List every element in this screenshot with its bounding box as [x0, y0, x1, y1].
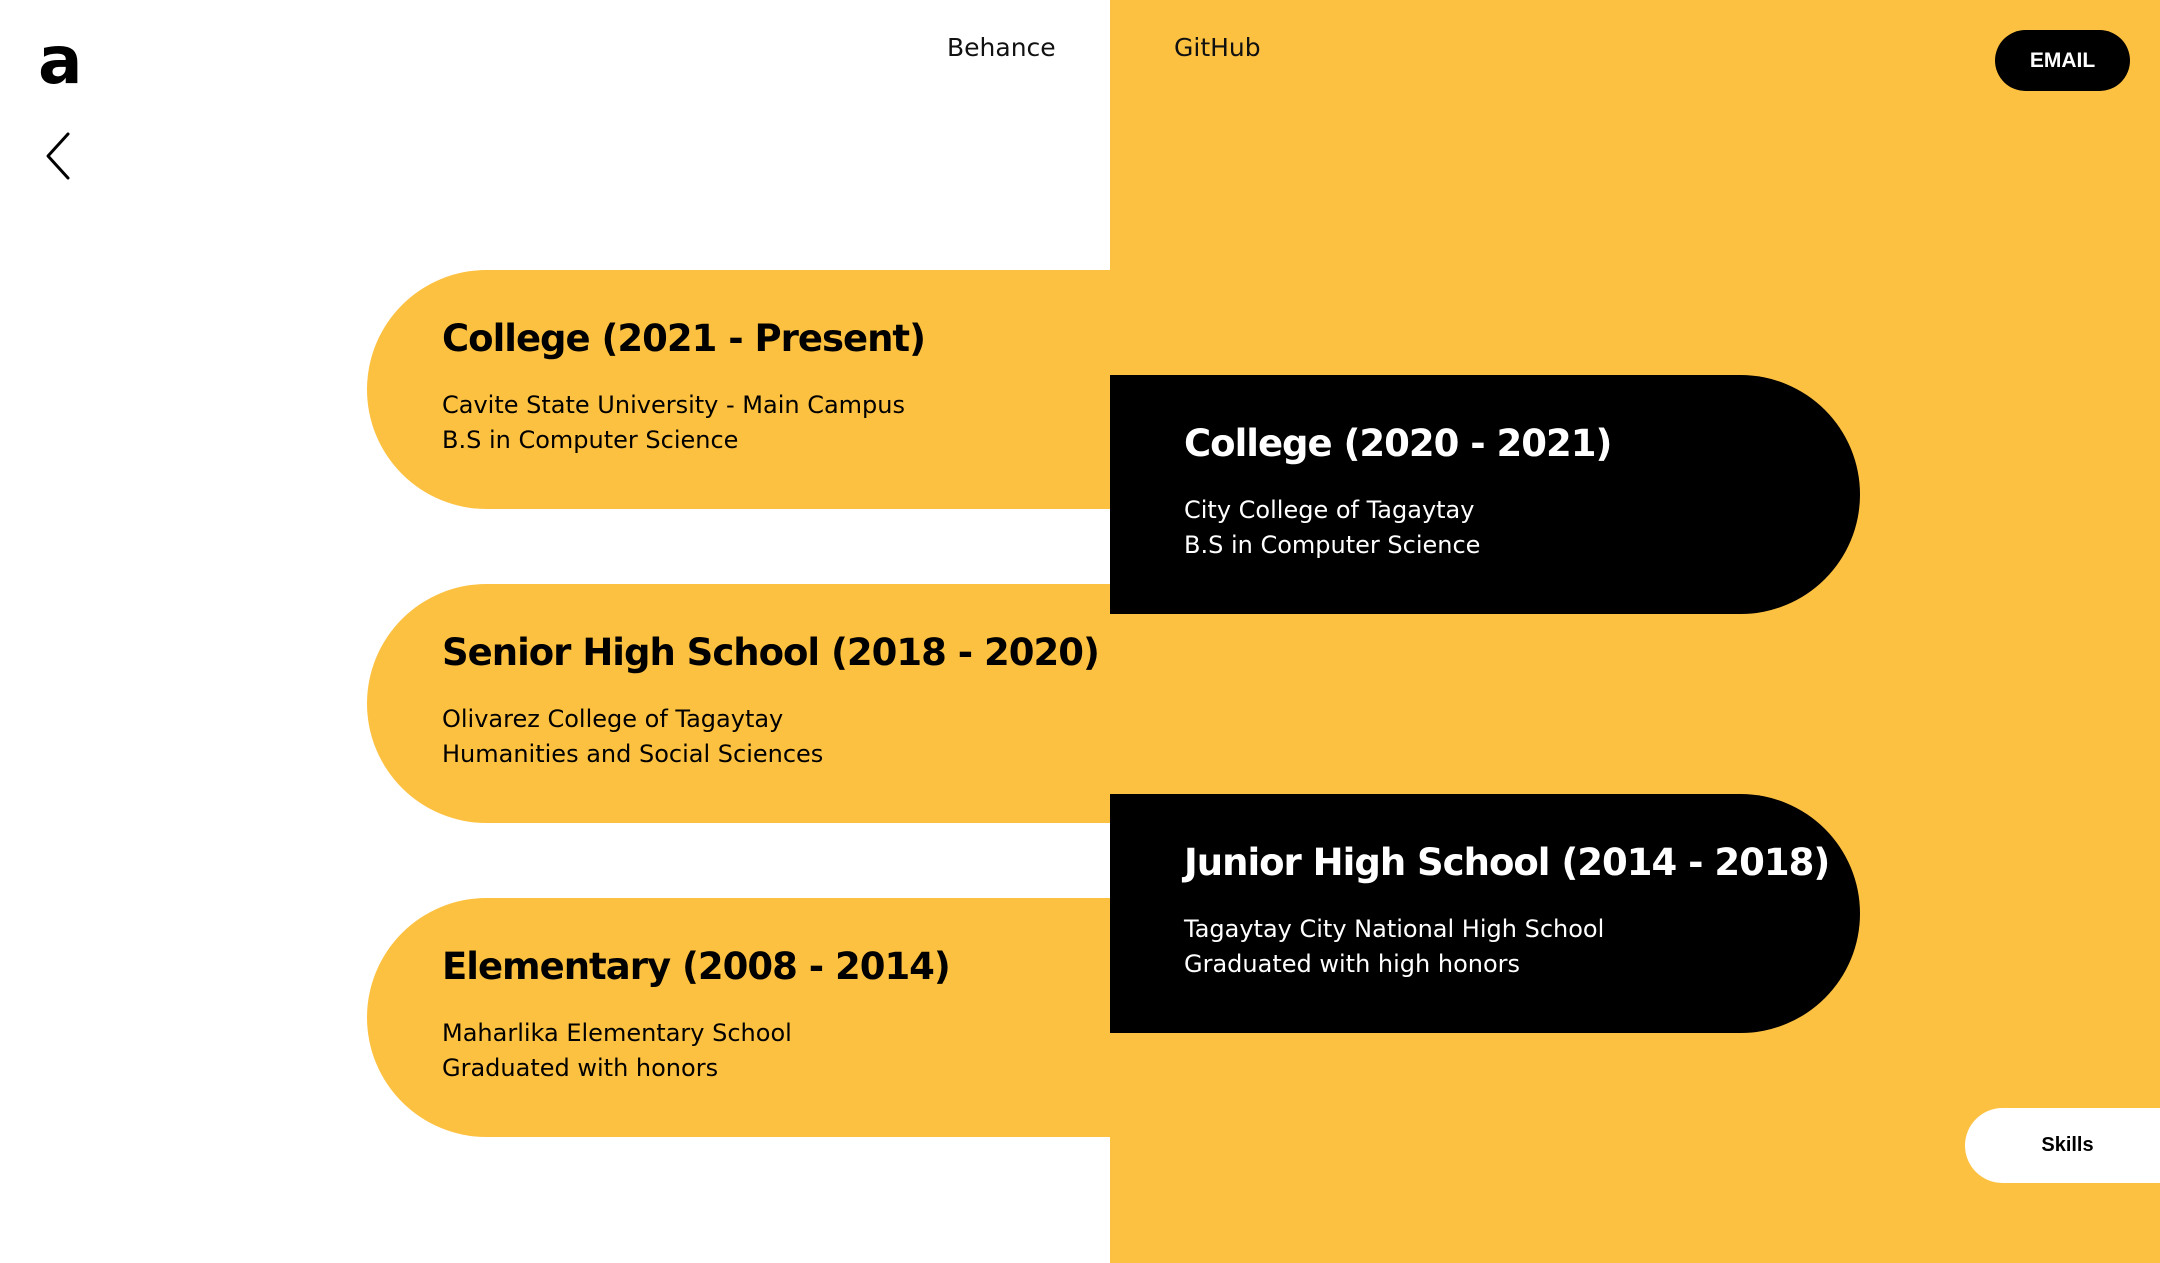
education-page: a Behance GitHub EMAIL College (2021 - P… [0, 0, 2160, 1263]
accent-panel [1110, 0, 2160, 1263]
nav-link-github[interactable]: GitHub [1174, 30, 1261, 66]
card-detail: B.S in Computer Science [1184, 531, 1481, 559]
back-button[interactable] [40, 128, 80, 184]
skills-button[interactable]: Skills [1965, 1108, 2160, 1183]
email-button[interactable]: EMAIL [1995, 30, 2130, 91]
card-school: Cavite State University - Main Campus [442, 391, 905, 419]
card-title: College (2021 - Present) [442, 317, 926, 360]
card-school: City College of Tagaytay [1184, 496, 1475, 524]
education-card-college-current: College (2021 - Present) Cavite State Un… [367, 270, 1110, 509]
card-detail: Graduated with honors [442, 1054, 719, 1082]
card-detail: Graduated with high honors [1184, 950, 1521, 978]
education-card-elementary: Elementary (2008 - 2014) Maharlika Eleme… [367, 898, 1110, 1137]
chevron-left-icon [46, 132, 70, 180]
education-card-senior-high: Senior High School (2018 - 2020) Olivare… [367, 584, 1110, 823]
card-title: Elementary (2008 - 2014) [442, 945, 951, 988]
card-title: College (2020 - 2021) [1184, 422, 1612, 465]
card-school: Olivarez College of Tagaytay [442, 705, 784, 733]
card-school: Maharlika Elementary School [442, 1019, 792, 1047]
card-detail: B.S in Computer Science [442, 426, 739, 454]
education-card-junior-high: Junior High School (2014 - 2018) Tagayta… [1110, 794, 1860, 1033]
card-detail: Humanities and Social Sciences [442, 740, 824, 768]
education-card-college-previous: College (2020 - 2021) City College of Ta… [1110, 375, 1860, 614]
card-title: Senior High School (2018 - 2020) [442, 631, 1100, 674]
logo[interactable]: a [38, 28, 83, 94]
card-school: Tagaytay City National High School [1184, 915, 1605, 943]
card-title: Junior High School (2014 - 2018) [1184, 841, 1830, 884]
nav-link-behance[interactable]: Behance [947, 30, 1056, 66]
